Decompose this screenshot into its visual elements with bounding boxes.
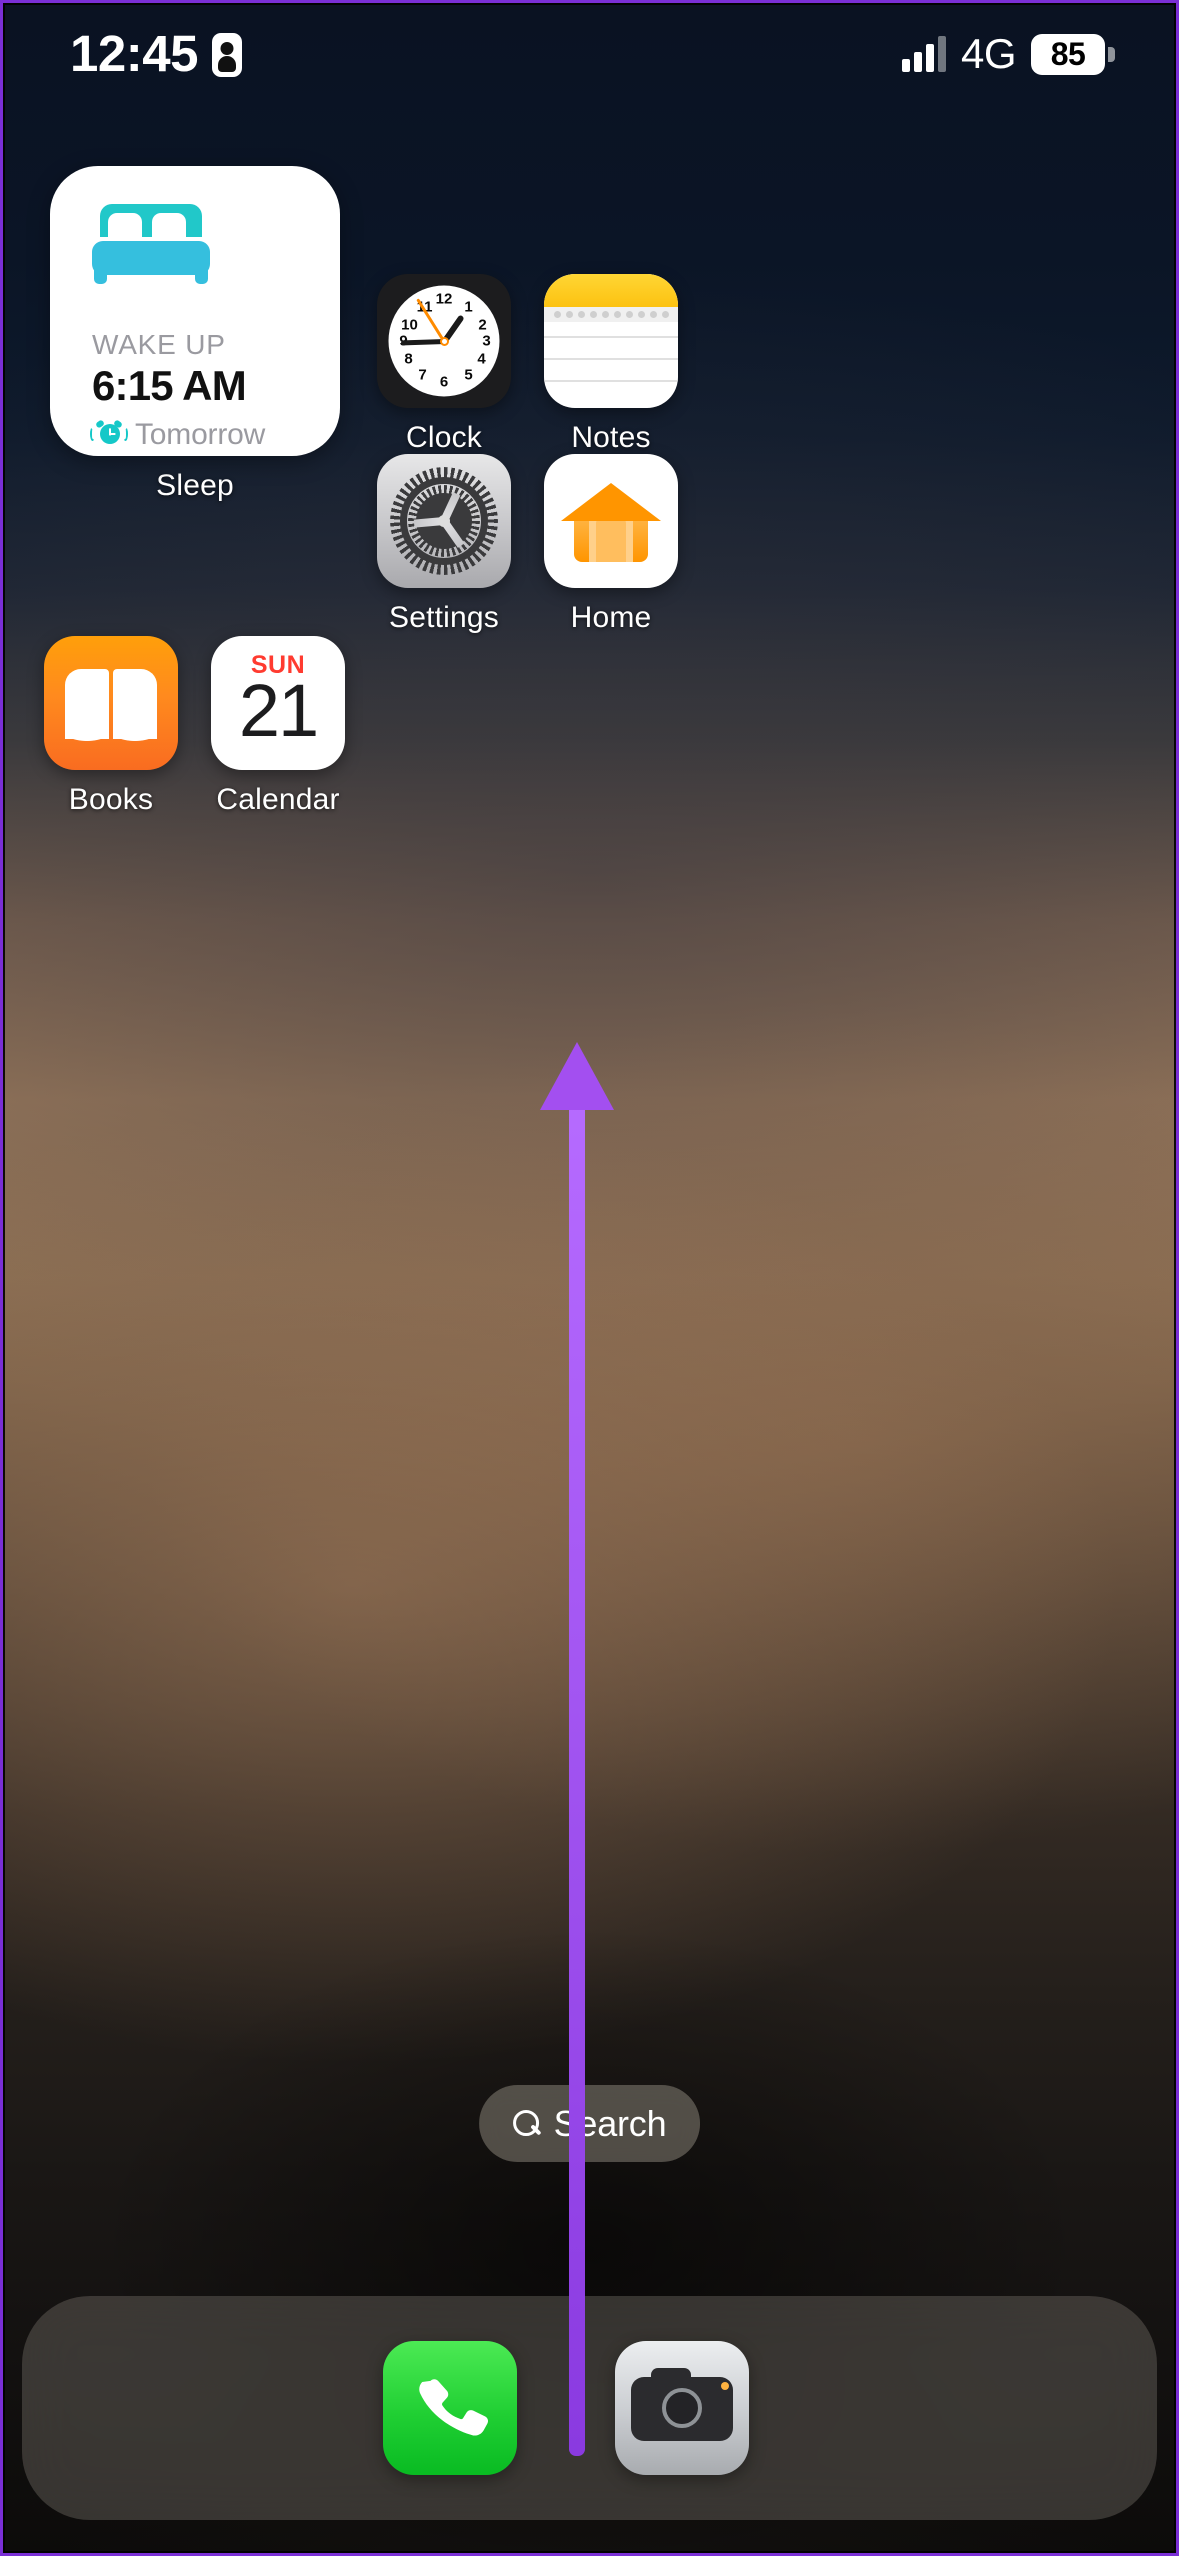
search-label: Search xyxy=(553,2102,667,2144)
app-label-notes: Notes xyxy=(571,421,651,454)
app-icon-notes[interactable]: Notes xyxy=(525,274,697,455)
wake-up-time: 6:15 AM xyxy=(92,362,247,409)
battery-indicator: 85 xyxy=(1031,33,1115,75)
clock-face: 12 1 2 3 4 5 6 7 8 9 10 11 xyxy=(388,285,500,397)
app-icon-clock[interactable]: 12 1 2 3 4 5 6 7 8 9 10 11 Clock xyxy=(358,274,530,455)
app-label-settings: Settings xyxy=(389,601,499,634)
app-label-calendar: Calendar xyxy=(216,783,340,816)
alarm-clock-icon xyxy=(90,419,128,449)
status-bar-right: 4G 85 xyxy=(901,30,1115,78)
screen-recording-icon xyxy=(211,32,242,77)
books-icon[interactable] xyxy=(44,636,178,770)
app-icon-home[interactable]: Home xyxy=(525,454,697,635)
calendar-day-number: 21 xyxy=(238,669,319,752)
phone-glyph xyxy=(419,2379,489,2436)
home-screen-grid: WAKE UP 6:15 AM Tomorrow Sleep 12 1 2 3 … xyxy=(0,0,1179,2556)
status-bar: 12:45 4G 85 xyxy=(0,0,1179,112)
wake-up-heading: WAKE UP xyxy=(92,329,226,360)
wake-up-when-row: Tomorrow xyxy=(90,418,266,452)
app-label-clock: Clock xyxy=(405,421,482,454)
widget-sleep-card[interactable]: WAKE UP 6:15 AM Tomorrow xyxy=(50,166,340,456)
network-type-label: 4G xyxy=(960,30,1017,77)
camera-icon[interactable] xyxy=(615,2341,749,2475)
clock-icon[interactable]: 12 1 2 3 4 5 6 7 8 9 10 11 xyxy=(377,274,511,408)
phone-handset-icon[interactable] xyxy=(383,2341,517,2475)
battery-percent-label: 85 xyxy=(1031,33,1105,75)
dock xyxy=(22,2296,1157,2520)
widget-sleep[interactable]: WAKE UP 6:15 AM Tomorrow Sleep xyxy=(50,166,340,503)
notes-icon[interactable] xyxy=(544,274,678,408)
status-clock: 12:45 xyxy=(70,25,198,82)
battery-cap-icon xyxy=(1108,46,1115,62)
bed-icon xyxy=(92,204,210,284)
cellular-bars-icon xyxy=(901,36,946,72)
status-bar-left: 12:45 xyxy=(70,28,242,79)
app-icon-books[interactable]: Books xyxy=(25,636,197,817)
calendar-icon[interactable]: SUN 21 xyxy=(211,636,345,770)
magnifier-icon xyxy=(512,2109,541,2138)
app-icon-calendar[interactable]: SUN 21 Calendar xyxy=(192,636,364,817)
search-button[interactable]: Search xyxy=(478,2085,701,2162)
wake-up-when-label: Tomorrow xyxy=(135,418,266,451)
app-label-books: Books xyxy=(68,783,154,816)
settings-gear-icon[interactable] xyxy=(377,454,511,588)
app-label-home: Home xyxy=(570,601,652,634)
widget-sleep-label: Sleep xyxy=(156,469,234,502)
app-icon-settings[interactable]: Settings xyxy=(358,454,530,635)
home-house-icon[interactable] xyxy=(544,454,678,588)
